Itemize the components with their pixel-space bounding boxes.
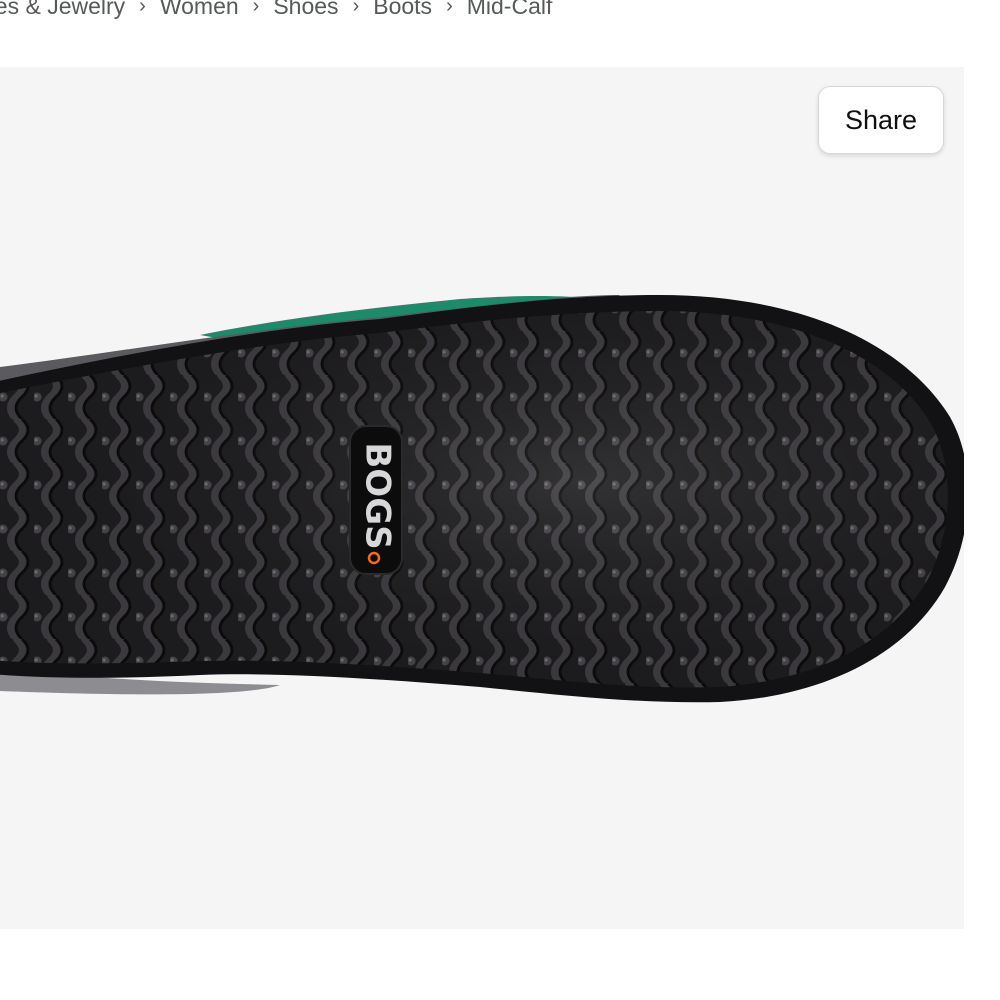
- breadcrumb-separator-icon: ›: [352, 0, 360, 17]
- breadcrumb-item-women[interactable]: Women: [160, 0, 239, 20]
- breadcrumb-item-boots[interactable]: Boots: [373, 0, 432, 20]
- breadcrumb: oes & Jewelry › Women › Shoes › Boots › …: [0, 0, 552, 24]
- breadcrumb-item-shoes[interactable]: Shoes: [273, 0, 338, 20]
- breadcrumb-item-mid-calf[interactable]: Mid-Calf: [467, 0, 553, 20]
- sole-sheen: [0, 311, 948, 688]
- breadcrumb-separator-icon: ›: [446, 0, 453, 17]
- bogs-logo: BOGS: [349, 425, 403, 575]
- breadcrumb-separator-icon: ›: [252, 0, 260, 17]
- share-button[interactable]: Share: [818, 86, 944, 154]
- breadcrumb-item-clothing-shoes-jewelry[interactable]: oes & Jewelry: [0, 0, 125, 20]
- bogs-logo-text: BOGS: [358, 442, 398, 549]
- breadcrumb-separator-icon: ›: [139, 0, 146, 17]
- product-image-boot-sole[interactable]: BOGS: [0, 67, 964, 929]
